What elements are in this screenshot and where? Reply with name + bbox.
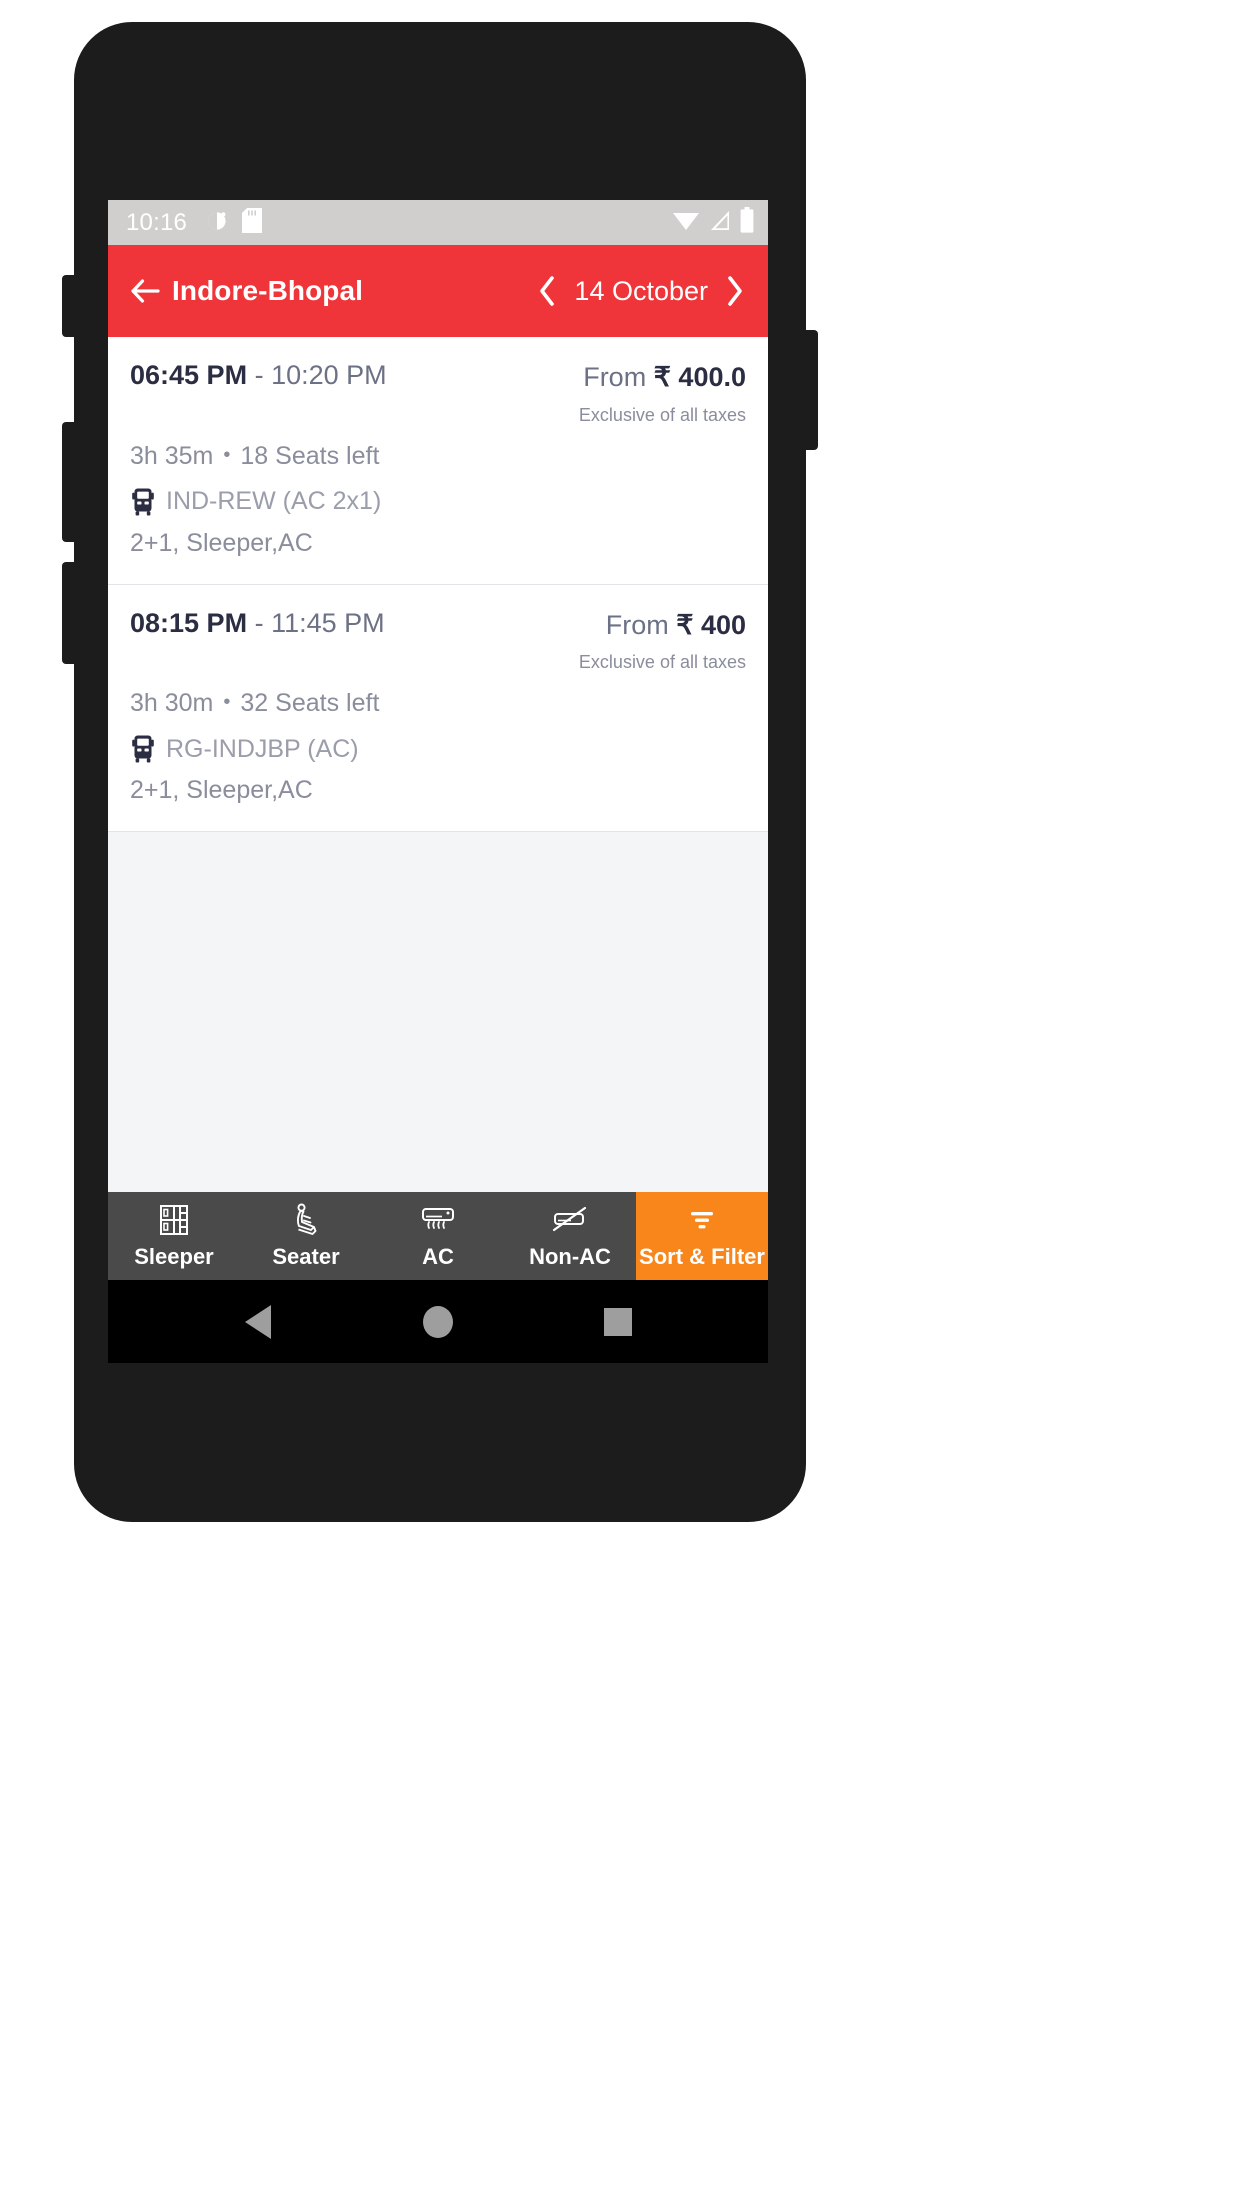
- departure-time: 08:15 PM: [130, 607, 248, 638]
- bus-card-header: 06:45 PM - 10:20 PM From ₹ 400.0 Exclusi…: [130, 360, 746, 426]
- bus-meta: 3h 35m • 18 Seats left: [130, 442, 746, 471]
- bus-timing: 06:45 PM - 10:20 PM: [130, 360, 387, 391]
- meta-separator-dot: •: [223, 691, 231, 714]
- taxes-note: Exclusive of all taxes: [578, 652, 746, 673]
- air-conditioner-icon: [420, 1202, 456, 1238]
- bus-price-block: From ₹ 400 Exclusive of all taxes: [579, 609, 746, 674]
- price-line: From ₹ 400.0: [579, 362, 746, 393]
- wifi-icon: [672, 208, 700, 237]
- currency-symbol: ₹: [653, 362, 671, 392]
- currency-symbol: ₹: [676, 609, 694, 640]
- sd-card-icon: [242, 207, 263, 238]
- phone-volume-down-button[interactable]: [62, 562, 78, 664]
- price-amount: 400: [700, 609, 746, 640]
- taxes-note: Exclusive of all taxes: [578, 404, 746, 425]
- battery-icon: [740, 207, 754, 238]
- phone-side-button-left-top[interactable]: [62, 275, 78, 337]
- filter-sleeper-button[interactable]: Sleeper: [108, 1192, 240, 1280]
- meta-separator-dot: •: [223, 443, 231, 466]
- price-prefix: From: [583, 362, 647, 392]
- filter-label: Non-AC: [529, 1244, 611, 1269]
- status-bar-left-icons: [205, 207, 263, 238]
- status-bar: 10:16: [108, 200, 768, 245]
- filter-label: Seater: [272, 1244, 340, 1269]
- date-navigator: 14 October: [530, 271, 752, 311]
- cellular-signal-icon: [708, 208, 732, 237]
- bus-name-row: RG-INDJBP (AC): [130, 734, 746, 764]
- bus-icon: [130, 487, 156, 517]
- filter-label: Sleeper: [134, 1244, 214, 1269]
- sleeper-berth-icon: [157, 1202, 191, 1238]
- time-separator: -: [254, 607, 264, 638]
- filter-label: AC: [422, 1244, 454, 1269]
- time-separator: -: [254, 360, 264, 390]
- selected-date[interactable]: 14 October: [568, 276, 714, 307]
- filter-ac-button[interactable]: AC: [372, 1192, 504, 1280]
- price-line: From ₹ 400: [579, 609, 746, 641]
- arrival-time: 11:45 PM: [271, 607, 385, 638]
- filter-icon: [687, 1202, 717, 1238]
- trip-duration: 3h 30m: [130, 689, 214, 718]
- price-prefix: From: [605, 609, 669, 640]
- filter-seater-button[interactable]: Seater: [240, 1192, 372, 1280]
- chevron-left-icon[interactable]: [530, 271, 564, 311]
- bus-name: RG-INDJBP (AC): [166, 734, 359, 763]
- phone-power-button[interactable]: [802, 330, 818, 450]
- bus-timing: 08:15 PM - 11:45 PM: [130, 607, 385, 639]
- status-bar-right-icons: [672, 207, 754, 238]
- table-row[interactable]: 08:15 PM - 11:45 PM From ₹ 400 Exclusive…: [108, 584, 768, 833]
- status-bar-clock: 10:16: [126, 208, 188, 236]
- trip-duration: 3h 35m: [130, 441, 214, 470]
- android-recents-icon[interactable]: [583, 1287, 653, 1357]
- bus-name-row: IND-REW (AC 2x1): [130, 487, 746, 517]
- air-conditioner-off-icon: [551, 1202, 589, 1238]
- price-amount: 400.0: [678, 362, 746, 392]
- back-arrow-icon[interactable]: [130, 276, 160, 306]
- bus-card-header: 08:15 PM - 11:45 PM From ₹ 400 Exclusive…: [130, 607, 746, 674]
- bus-results-list: 06:45 PM - 10:20 PM From ₹ 400.0 Exclusi…: [108, 337, 768, 1192]
- bus-layout: 2+1, Sleeper,AC: [130, 528, 313, 557]
- screenshot-root: 10:16 Indore-Bhopal 14 October 06:45 PM …: [0, 0, 1242, 2208]
- departure-time: 06:45 PM: [130, 360, 248, 390]
- filter-non-ac-button[interactable]: Non-AC: [504, 1192, 636, 1280]
- bus-name: IND-REW (AC 2x1): [166, 487, 382, 516]
- alarm-icon: [205, 208, 229, 237]
- filter-toolbar: Sleeper Seater AC Non-AC Sort & Filter: [108, 1192, 768, 1280]
- arrival-time: 10:20 PM: [271, 360, 387, 390]
- seat-icon: [289, 1202, 323, 1238]
- filter-label: Sort & Filter: [639, 1244, 765, 1269]
- sort-and-filter-button[interactable]: Sort & Filter: [636, 1192, 768, 1280]
- table-row[interactable]: 06:45 PM - 10:20 PM From ₹ 400.0 Exclusi…: [108, 337, 768, 585]
- chevron-right-icon[interactable]: [718, 271, 752, 311]
- bus-layout: 2+1, Sleeper,AC: [130, 776, 313, 805]
- bus-meta: 3h 30m • 32 Seats left: [130, 689, 746, 718]
- bus-price-block: From ₹ 400.0 Exclusive of all taxes: [579, 361, 746, 426]
- android-back-icon[interactable]: [223, 1287, 293, 1357]
- seats-left: 32 Seats left: [240, 689, 380, 718]
- android-navigation-bar: [108, 1280, 768, 1363]
- phone-volume-up-button[interactable]: [62, 422, 78, 542]
- bus-icon: [130, 734, 156, 764]
- phone-screen: 10:16 Indore-Bhopal 14 October 06:45 PM …: [108, 200, 768, 1363]
- page-title: Indore-Bhopal: [172, 275, 364, 306]
- android-home-icon[interactable]: [403, 1287, 473, 1357]
- seats-left: 18 Seats left: [240, 441, 380, 470]
- app-bar: Indore-Bhopal 14 October: [108, 245, 768, 337]
